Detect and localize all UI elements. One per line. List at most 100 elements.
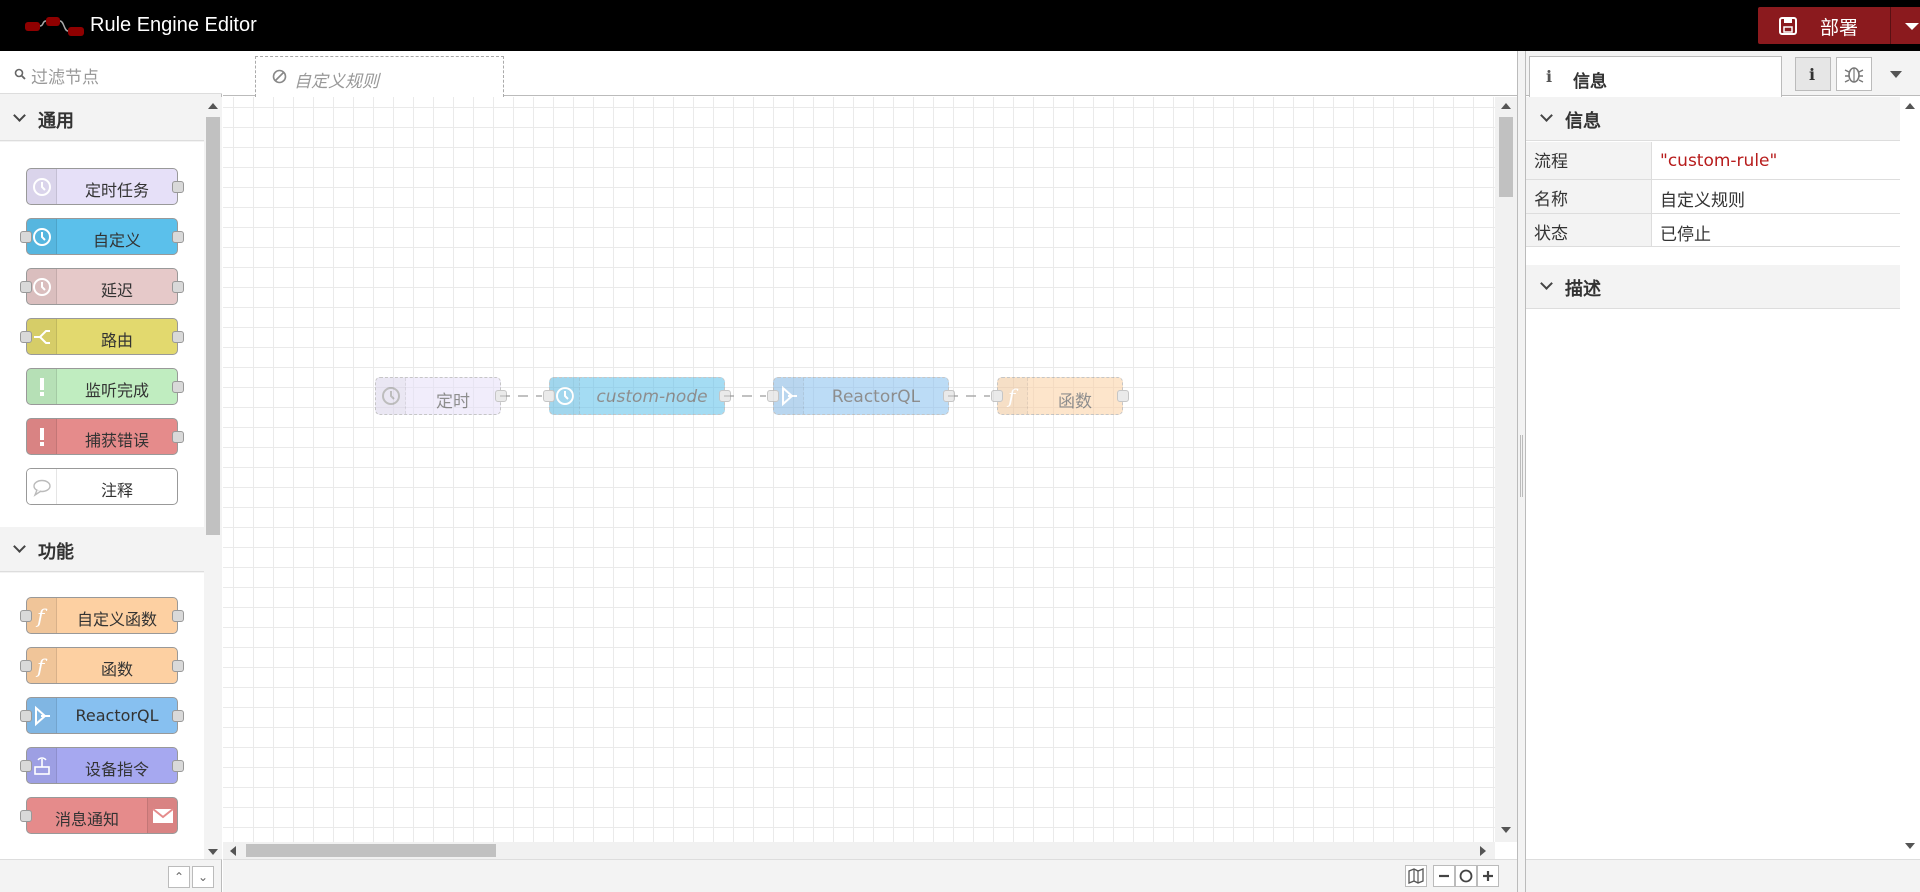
header-bar: Rule Engine Editor 部署 — [0, 0, 1920, 51]
palette-category-common[interactable]: 通用 — [0, 97, 204, 141]
input-port[interactable] — [767, 390, 779, 402]
property-row-name: 名称 自定义规则 — [1526, 180, 1900, 214]
property-value[interactable]: "custom-rule" — [1660, 151, 1777, 171]
palette-node-delay[interactable]: 延迟 — [20, 268, 184, 305]
output-port[interactable] — [172, 431, 184, 443]
palette-node-custom[interactable]: 自定义 — [20, 218, 184, 255]
node-label: 延迟 — [100, 281, 133, 300]
node-label: 路由 — [100, 331, 133, 350]
section-description-header[interactable]: 描述 — [1526, 265, 1900, 309]
output-port[interactable] — [172, 610, 184, 622]
palette-node-notify[interactable]: 消息通知 — [20, 797, 178, 834]
property-row-flow: 流程 "custom-rule" — [1526, 142, 1900, 180]
save-icon — [1779, 17, 1797, 35]
output-port[interactable] — [719, 390, 731, 402]
section-title: 信息 — [1565, 111, 1601, 132]
palette-category-function[interactable]: 功能 — [0, 528, 204, 572]
node-label: custom-node — [596, 387, 708, 407]
section-info-header[interactable]: 信息 — [1526, 97, 1900, 141]
workspace-footer — [223, 859, 1517, 892]
scroll-down-icon[interactable] — [1501, 827, 1511, 833]
palette-scrollbar[interactable] — [204, 97, 222, 859]
output-port[interactable] — [172, 710, 184, 722]
scroll-thumb[interactable] — [206, 117, 220, 535]
palette-node-function[interactable]: f 函数 — [20, 647, 184, 684]
palette-node-complete[interactable]: 监听完成 — [26, 368, 184, 405]
input-port[interactable] — [20, 810, 32, 822]
deploy-button[interactable]: 部署 — [1758, 7, 1920, 44]
palette-filter[interactable]: 过滤节点 — [0, 51, 222, 94]
tab-custom-rule[interactable]: 自定义规则 — [255, 56, 504, 97]
node-label: 函数 — [1058, 392, 1092, 412]
input-port[interactable] — [20, 660, 32, 672]
debug-tab-button[interactable] — [1836, 57, 1872, 91]
output-port[interactable] — [172, 231, 184, 243]
scroll-down-icon[interactable] — [1905, 843, 1915, 849]
svg-text:f: f — [35, 605, 48, 627]
zoom-out-button[interactable] — [1433, 865, 1455, 887]
input-port[interactable] — [20, 281, 32, 293]
sidebar-resize-handle[interactable] — [1517, 51, 1526, 892]
collapse-all-icon[interactable]: ⌃ — [168, 866, 190, 888]
zoom-reset-button[interactable] — [1455, 865, 1477, 887]
svg-text:f: f — [35, 655, 48, 677]
output-port[interactable] — [172, 660, 184, 672]
palette-node-switch[interactable]: 路由 — [20, 318, 184, 355]
node-label: 消息通知 — [54, 810, 119, 829]
info-tab-button[interactable]: i — [1795, 57, 1831, 91]
output-port[interactable] — [172, 181, 184, 193]
flow-node-reactorql[interactable]: ReactorQL — [767, 377, 955, 415]
map-icon — [1408, 868, 1424, 884]
sidebar-tabs: i 信息 i — [1526, 51, 1920, 97]
zoom-in-button[interactable] — [1477, 865, 1499, 887]
canvas-horizontal-scrollbar[interactable] — [223, 842, 1495, 859]
palette-node-catch[interactable]: 捕获错误 — [26, 418, 184, 455]
flow-node-custom[interactable]: custom-node — [543, 377, 731, 415]
input-port[interactable] — [20, 610, 32, 622]
flow-canvas[interactable]: 定时 custom-node ReactorQL f 函数 — [223, 97, 1495, 842]
input-port[interactable] — [20, 231, 32, 243]
output-port[interactable] — [172, 331, 184, 343]
input-port[interactable] — [20, 710, 32, 722]
chevron-down-icon[interactable] — [1890, 71, 1902, 78]
flow-node-timer[interactable]: 定时 — [375, 377, 507, 415]
palette-node-custom-function[interactable]: f 自定义函数 — [20, 597, 184, 634]
palette-node-reactorql[interactable]: ReactorQL — [20, 697, 184, 734]
output-port[interactable] — [943, 390, 955, 402]
scroll-up-icon[interactable] — [1905, 103, 1915, 109]
tab-label: 信息 — [1573, 72, 1607, 92]
scroll-thumb[interactable] — [1499, 117, 1513, 197]
canvas-vertical-scrollbar[interactable] — [1495, 97, 1517, 842]
chevron-down-icon[interactable] — [1905, 23, 1919, 30]
input-port[interactable] — [20, 331, 32, 343]
scroll-right-icon[interactable] — [1480, 846, 1486, 856]
output-port[interactable] — [495, 390, 507, 402]
navigator-button[interactable] — [1405, 865, 1427, 887]
workspace-tabs: 自定义规则 — [223, 51, 1517, 97]
scroll-down-icon[interactable] — [208, 849, 218, 855]
palette-node-comment[interactable]: 注释 — [26, 468, 178, 505]
output-port[interactable] — [172, 760, 184, 772]
property-key: 名称 — [1526, 180, 1652, 213]
flow-node-function[interactable]: f 函数 — [991, 377, 1129, 415]
section-title: 描述 — [1565, 279, 1601, 300]
tab-label: 自定义规则 — [294, 72, 379, 92]
property-key: 流程 — [1526, 142, 1652, 179]
output-port[interactable] — [172, 381, 184, 393]
output-port[interactable] — [172, 281, 184, 293]
expand-all-icon[interactable]: ⌄ — [192, 866, 214, 888]
output-port[interactable] — [1117, 390, 1129, 402]
scroll-left-icon[interactable] — [230, 846, 236, 856]
tab-info[interactable]: i 信息 — [1529, 56, 1782, 97]
sidebar-scrollbar[interactable] — [1900, 97, 1920, 892]
input-port[interactable] — [20, 760, 32, 772]
input-port[interactable] — [991, 390, 1003, 402]
node-label: 自定义函数 — [76, 610, 157, 629]
scroll-up-icon[interactable] — [1501, 103, 1511, 109]
scroll-up-icon[interactable] — [208, 103, 218, 109]
palette-node-cron[interactable]: 定时任务 — [26, 168, 184, 205]
palette-node-device-command[interactable]: 设备指令 — [20, 747, 184, 784]
input-port[interactable] — [543, 390, 555, 402]
node-label: 定时 — [436, 392, 470, 412]
scroll-thumb[interactable] — [246, 844, 496, 857]
